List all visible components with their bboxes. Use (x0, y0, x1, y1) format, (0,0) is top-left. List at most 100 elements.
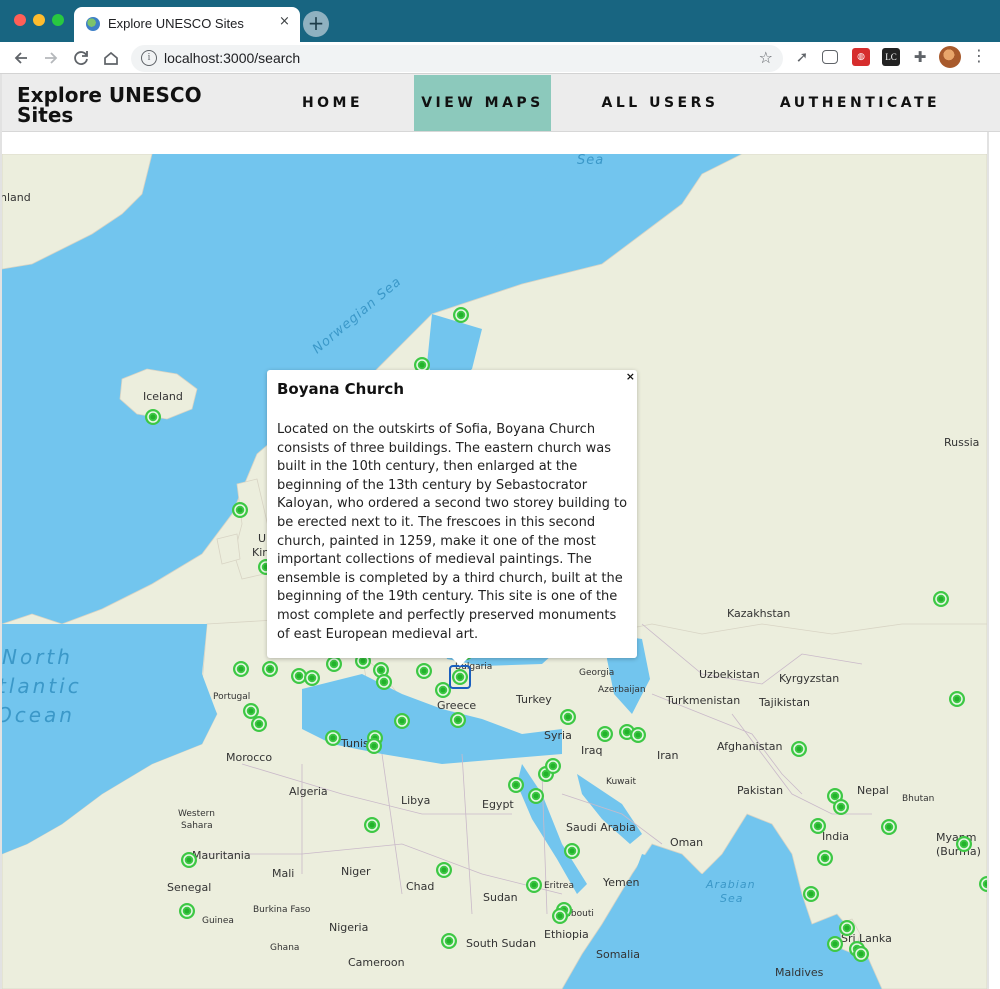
popup-pointer (450, 656, 470, 666)
site-marker[interactable] (364, 817, 380, 833)
site-marker[interactable] (416, 663, 432, 679)
home-icon[interactable] (100, 47, 122, 69)
close-window-icon[interactable] (14, 14, 26, 26)
site-marker[interactable] (853, 946, 869, 962)
new-tab-button[interactable]: + (303, 11, 329, 37)
site-marker[interactable] (949, 691, 965, 707)
site-marker[interactable] (564, 843, 580, 859)
browser-tab-bar: Explore UNESCO Sites × + (0, 0, 1000, 42)
site-info-popup: × Boyana Church Located on the outskirts… (267, 370, 637, 666)
svg-text:Iran: Iran (657, 749, 679, 762)
site-marker[interactable] (508, 777, 524, 793)
site-marker[interactable] (179, 903, 195, 919)
site-marker[interactable] (233, 661, 249, 677)
extension-icon-red[interactable]: ◍ (852, 48, 870, 66)
site-marker[interactable] (441, 933, 457, 949)
site-marker[interactable] (528, 788, 544, 804)
site-marker[interactable] (791, 741, 807, 757)
back-arrow-icon[interactable] (10, 47, 32, 69)
svg-text:Kyrgyzstan: Kyrgyzstan (779, 672, 839, 685)
site-marker[interactable] (833, 799, 849, 815)
svg-text:Sudan: Sudan (483, 891, 518, 904)
puzzle-icon[interactable]: ✚ (911, 48, 929, 66)
site-marker[interactable] (394, 713, 410, 729)
site-marker[interactable] (956, 836, 972, 852)
site-marker[interactable] (435, 682, 451, 698)
browser-tab[interactable]: Explore UNESCO Sites × (74, 7, 300, 42)
pocket-icon[interactable] (822, 50, 838, 64)
tab-close-icon[interactable]: × (279, 14, 290, 29)
site-marker[interactable] (803, 886, 819, 902)
svg-text:Bhutan: Bhutan (902, 794, 934, 804)
minimize-window-icon[interactable] (33, 14, 45, 26)
nav-authenticate[interactable]: AUTHENTICATE (765, 75, 955, 131)
site-marker[interactable] (630, 727, 646, 743)
site-marker[interactable] (560, 709, 576, 725)
svg-text:Greece: Greece (437, 699, 476, 712)
profile-avatar[interactable] (939, 46, 961, 68)
site-marker[interactable] (326, 656, 342, 672)
site-marker[interactable] (304, 670, 320, 686)
site-marker[interactable] (526, 877, 542, 893)
address-bar[interactable]: i localhost:3000/search ☆ (131, 45, 783, 72)
svg-text:Sea: Sea (577, 154, 604, 168)
bookmark-star-icon[interactable]: ☆ (759, 48, 773, 67)
svg-text:Burkina Faso: Burkina Faso (253, 905, 311, 915)
svg-text:South Sudan: South Sudan (466, 937, 536, 950)
site-marker[interactable] (810, 818, 826, 834)
site-marker[interactable] (181, 852, 197, 868)
svg-text:Kuwait: Kuwait (606, 777, 637, 787)
site-info-icon[interactable]: i (141, 50, 157, 66)
app-header: Explore UNESCO Sites HOME VIEW MAPS ALL … (0, 74, 1000, 132)
address-url[interactable]: localhost:3000/search (164, 50, 300, 66)
svg-text:Nigeria: Nigeria (329, 921, 368, 934)
svg-text:Turkey: Turkey (515, 693, 552, 706)
site-brand[interactable]: Explore UNESCO Sites (17, 85, 232, 125)
site-marker[interactable] (450, 712, 466, 728)
svg-text:Tajikistan: Tajikistan (758, 696, 810, 709)
svg-text:Ghana: Ghana (270, 943, 299, 953)
site-marker[interactable] (325, 730, 341, 746)
page-right-border (987, 132, 989, 989)
svg-text:Western: Western (178, 809, 215, 819)
site-marker[interactable] (839, 920, 855, 936)
site-marker[interactable] (552, 908, 568, 924)
site-marker[interactable] (251, 716, 267, 732)
menu-kebab-icon[interactable]: ⋮ (971, 46, 987, 65)
site-marker[interactable] (817, 850, 833, 866)
popup-close-button[interactable]: × (626, 370, 635, 383)
site-marker[interactable] (881, 819, 897, 835)
nav-all-users[interactable]: ALL USERS (600, 75, 720, 131)
site-marker[interactable] (453, 307, 469, 323)
svg-text:Cameroon: Cameroon (348, 956, 405, 969)
svg-text:nland: nland (2, 191, 31, 204)
svg-text:Afghanistan: Afghanistan (717, 740, 783, 753)
site-marker[interactable] (262, 661, 278, 677)
nav-view-maps[interactable]: VIEW MAPS (414, 75, 551, 131)
svg-text:India: India (822, 830, 849, 843)
site-marker[interactable] (545, 758, 561, 774)
site-marker[interactable] (145, 409, 161, 425)
nav-home[interactable]: HOME (285, 75, 380, 131)
site-marker[interactable] (597, 726, 613, 742)
svg-text:Mauritania: Mauritania (192, 849, 251, 862)
site-marker[interactable] (232, 502, 248, 518)
lc-extension-icon[interactable]: LC (882, 48, 900, 66)
site-marker[interactable] (376, 674, 392, 690)
globe-favicon-icon (86, 17, 100, 31)
tab-title: Explore UNESCO Sites (108, 16, 244, 31)
site-marker[interactable] (366, 738, 382, 754)
maximize-window-icon[interactable] (52, 14, 64, 26)
site-marker[interactable] (436, 862, 452, 878)
reload-icon[interactable] (70, 47, 92, 69)
forward-arrow-icon[interactable] (40, 47, 62, 69)
site-marker[interactable] (827, 936, 843, 952)
svg-text:Senegal: Senegal (167, 881, 211, 894)
rocket-icon[interactable]: ➚ (793, 48, 811, 66)
svg-text:Iraq: Iraq (581, 744, 603, 757)
site-marker[interactable] (933, 591, 949, 607)
browser-toolbar: i localhost:3000/search ☆ ➚ ◍ LC ✚ ⋮ (0, 42, 1000, 74)
svg-text:Eritrea: Eritrea (544, 881, 574, 891)
svg-text:Sahara: Sahara (181, 821, 213, 831)
svg-text:Mali: Mali (272, 867, 294, 880)
